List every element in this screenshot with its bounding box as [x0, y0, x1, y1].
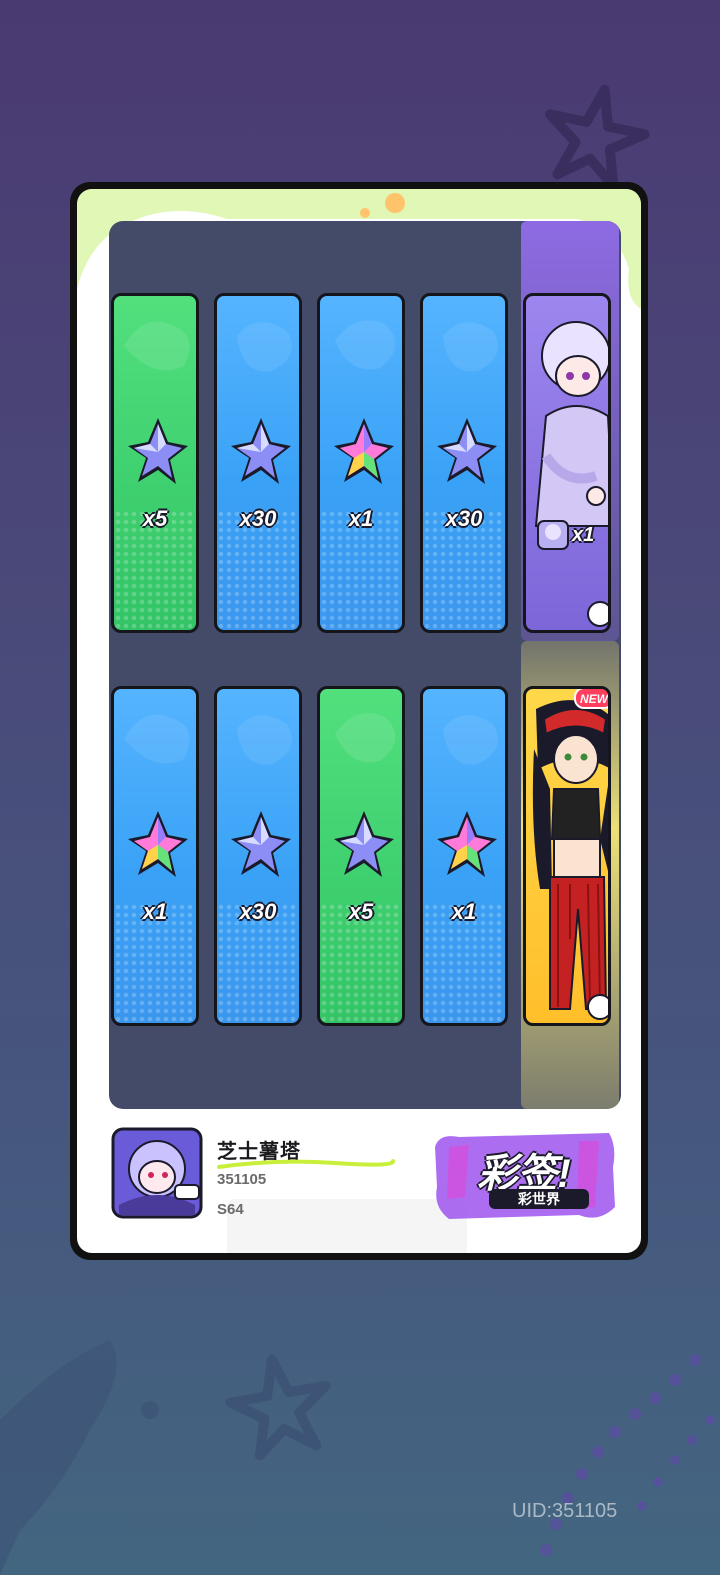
- reward-frame: x5 x30 x1 x30 x1 x1 x30 x5 x1 NEW 芝士薯塔 3…: [70, 182, 648, 1260]
- reward-card[interactable]: x5: [317, 686, 405, 1026]
- season-label: S64: [217, 1201, 244, 1218]
- reward-quantity: x1: [142, 899, 168, 924]
- reward-quantity: x1: [572, 524, 595, 546]
- reward-quantity: x30: [239, 506, 277, 531]
- blue-star-icon: [231, 418, 291, 484]
- player-profile: 芝士薯塔 351105 S64 彩签! 彩世界: [109, 1119, 621, 1239]
- reward-card[interactable]: x1: [420, 686, 508, 1026]
- blue-star-icon: [231, 811, 291, 877]
- player-avatar[interactable]: [109, 1125, 205, 1221]
- player-id-number: 351105: [217, 1171, 267, 1188]
- background-splash: [0, 1340, 159, 1575]
- reward-card[interactable]: x5: [111, 293, 199, 633]
- reward-quantity: x5: [348, 899, 374, 924]
- name-underline-decoration: [217, 1159, 395, 1169]
- game-logo-subtitle: 彩世界: [489, 1189, 589, 1209]
- character-portrait-yellow: [532, 700, 608, 1020]
- reward-card[interactable]: x1: [317, 293, 405, 633]
- character-card-purple[interactable]: x1: [523, 293, 611, 633]
- rainbow-star-icon: [437, 811, 497, 877]
- reward-card[interactable]: x30: [214, 293, 302, 633]
- blue-star-icon: [128, 418, 188, 484]
- character-portrait-purple: [534, 321, 608, 627]
- new-badge-label: NEW: [580, 692, 608, 706]
- background-star-icon: [544, 84, 650, 190]
- background-dots: [540, 1354, 715, 1556]
- background-star-icon-bottom: [225, 1354, 331, 1460]
- rainbow-star-icon: [334, 418, 394, 484]
- blue-star-icon: [437, 418, 497, 484]
- uid-label: UID:351105: [512, 1500, 618, 1522]
- character-card-yellow[interactable]: NEW: [523, 686, 611, 1026]
- reward-card[interactable]: x30: [214, 686, 302, 1026]
- rainbow-star-icon: [128, 811, 188, 877]
- reward-grid: x5 x30 x1 x30 x1 x1 x30 x5 x1 NEW: [109, 221, 621, 1109]
- reward-quantity: x1: [348, 506, 374, 531]
- reward-panel: x5 x30 x1 x30 x1 x1 x30 x5 x1 NEW 芝士薯塔 3…: [77, 189, 641, 1253]
- reward-quantity: x5: [142, 506, 168, 531]
- reward-card[interactable]: x30: [420, 293, 508, 633]
- reward-card[interactable]: x1: [111, 686, 199, 1026]
- blue-star-icon: [334, 811, 394, 877]
- reward-quantity: x30: [239, 899, 277, 924]
- reward-quantity: x1: [451, 899, 477, 924]
- reward-quantity: x30: [445, 506, 483, 531]
